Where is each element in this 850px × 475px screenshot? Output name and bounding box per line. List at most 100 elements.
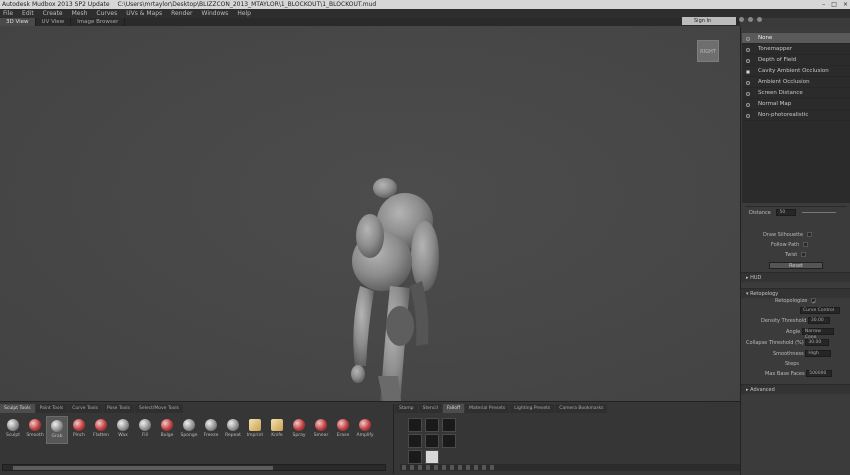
filter-toggle-icon[interactable] xyxy=(746,59,750,63)
twist-checkbox[interactable] xyxy=(800,252,806,257)
tool-label: Pinch xyxy=(72,433,86,438)
tool-sculpt[interactable]: Sculpt xyxy=(2,416,24,444)
tool-tray-scrollbar[interactable] xyxy=(2,464,386,471)
smoothness-dropdown[interactable]: High xyxy=(805,350,832,357)
distance-field[interactable]: 50 xyxy=(776,209,797,216)
tab-image-browser[interactable]: Image Browser xyxy=(71,18,126,26)
tool-fill[interactable]: Fill xyxy=(134,416,156,444)
tab-curve-tools[interactable]: Curve Tools xyxy=(68,404,103,413)
tool-flatten[interactable]: Flatten xyxy=(90,416,112,444)
tab-3d-view[interactable]: 3D View xyxy=(0,18,36,26)
tool-pinch[interactable]: Pinch xyxy=(68,416,90,444)
tool-imprint[interactable]: Imprint xyxy=(244,416,266,444)
scrollbar-thumb[interactable] xyxy=(13,466,273,470)
falloff-swatch[interactable] xyxy=(408,434,422,448)
tool-label: Fill xyxy=(141,433,148,438)
sculpt-model[interactable] xyxy=(330,176,480,401)
advanced-header[interactable]: ▸ Advanced xyxy=(741,384,850,394)
filter-label: Ambient Occlusion xyxy=(758,79,810,85)
erase-icon xyxy=(337,419,349,431)
maximize-icon[interactable]: □ xyxy=(831,0,837,9)
tool-wax[interactable]: Wax xyxy=(112,416,134,444)
tool-repeat[interactable]: Repeat xyxy=(222,416,244,444)
tab-falloff[interactable]: Falloff xyxy=(442,404,465,413)
close-icon[interactable]: × xyxy=(843,0,848,9)
hud-header[interactable]: ▸ HUD xyxy=(741,272,850,282)
tab-select-move-tools[interactable]: Select/Move Tools xyxy=(134,404,183,413)
filter-item[interactable]: Ambient Occlusion xyxy=(742,77,850,88)
twist-label: Twist xyxy=(785,252,798,258)
menu-windows[interactable]: Windows xyxy=(202,9,229,18)
tool-smooth[interactable]: Smooth xyxy=(24,416,46,444)
filter-toggle-icon[interactable] xyxy=(746,70,750,74)
panel-dot-icon[interactable] xyxy=(757,17,762,22)
tool-knife[interactable]: Knife xyxy=(266,416,288,444)
tab-sculpt-tools[interactable]: Sculpt Tools xyxy=(0,404,35,413)
viewcube[interactable]: RIGHT xyxy=(697,40,719,62)
tool-grab[interactable]: Grab xyxy=(46,416,68,444)
tool-freeze[interactable]: Freeze xyxy=(200,416,222,444)
follow-path-label: Follow Path xyxy=(771,242,800,248)
falloff-swatch[interactable] xyxy=(408,418,422,432)
follow-path-checkbox[interactable] xyxy=(802,242,808,247)
tab-pose-tools[interactable]: Pose Tools xyxy=(103,404,134,413)
tab-stamp[interactable]: Stamp xyxy=(395,404,418,413)
silhouette-checkbox[interactable] xyxy=(806,232,812,237)
tool-amplify[interactable]: Amplify xyxy=(354,416,376,444)
panel-dot-icon[interactable] xyxy=(748,17,753,22)
falloff-swatch[interactable] xyxy=(425,418,439,432)
file-path: C:\Users\mrtaylor\Desktop\BLIZZCON_2013_… xyxy=(117,1,377,8)
sign-in-box[interactable]: Sign In xyxy=(682,17,736,25)
falloff-swatch[interactable] xyxy=(442,434,456,448)
falloff-swatch[interactable] xyxy=(442,418,456,432)
menu-file[interactable]: File xyxy=(3,9,13,18)
tab-camera-bookmarks[interactable]: Camera Bookmarks xyxy=(555,404,608,413)
distance-slider[interactable] xyxy=(802,212,837,213)
retopologize-checkbox[interactable]: ✓ xyxy=(810,298,816,306)
tab-uv-view[interactable]: UV View xyxy=(36,18,72,26)
collapse-threshold-field[interactable]: 30.00 xyxy=(805,339,830,346)
menu-create[interactable]: Create xyxy=(43,9,63,18)
menu-edit[interactable]: Edit xyxy=(22,9,34,18)
filter-toggle-icon[interactable] xyxy=(746,37,750,41)
reset-button[interactable]: Reset xyxy=(769,262,823,269)
max-base-faces-field[interactable]: 500000 xyxy=(806,370,833,377)
tool-spray[interactable]: Spray xyxy=(288,416,310,444)
filter-toggle-icon[interactable] xyxy=(746,103,750,107)
filter-toggle-icon[interactable] xyxy=(746,114,750,118)
tab-stencil[interactable]: Stencil xyxy=(418,404,442,413)
tool-smear[interactable]: Smear xyxy=(310,416,332,444)
menu-curves[interactable]: Curves xyxy=(96,9,117,18)
filter-item[interactable]: None xyxy=(742,33,850,44)
stamp-tabs: Stamp Stencil Falloff Material Presets Light… xyxy=(395,404,608,413)
density-threshold-field[interactable]: 30.00 xyxy=(807,317,830,324)
filter-item[interactable]: Screen Distance xyxy=(742,88,850,99)
menu-help[interactable]: Help xyxy=(237,9,251,18)
falloff-swatch[interactable] xyxy=(425,434,439,448)
tab-paint-tools[interactable]: Paint Tools xyxy=(35,404,68,413)
tool-sponge[interactable]: Sponge xyxy=(178,416,200,444)
filter-item[interactable]: Tonemapper xyxy=(742,44,850,55)
timeline-strip[interactable] xyxy=(400,464,740,471)
panel-dot-icon[interactable] xyxy=(739,17,744,22)
mode-dropdown[interactable]: Curve Control xyxy=(800,307,840,314)
minimize-icon[interactable]: – xyxy=(822,0,825,9)
filter-toggle-icon[interactable] xyxy=(746,81,750,85)
falloff-swatch[interactable] xyxy=(425,450,439,464)
menu-render[interactable]: Render xyxy=(171,9,192,18)
filter-item[interactable]: Normal Map xyxy=(742,99,850,110)
menu-uvs-maps[interactable]: UVs & Maps xyxy=(126,9,162,18)
filter-toggle-icon[interactable] xyxy=(746,48,750,52)
tool-erase[interactable]: Erase xyxy=(332,416,354,444)
tab-material-presets[interactable]: Material Presets xyxy=(465,404,510,413)
3d-viewport[interactable]: RIGHT xyxy=(0,26,740,401)
filter-toggle-icon[interactable] xyxy=(746,92,750,96)
filter-item[interactable]: Non-photorealistic xyxy=(742,110,850,121)
angle-dropdown[interactable]: Narrow Cone xyxy=(801,328,834,340)
falloff-swatch[interactable] xyxy=(408,450,422,464)
filter-item[interactable]: Cavity Ambient Occlusion xyxy=(742,66,850,77)
menu-mesh[interactable]: Mesh xyxy=(72,9,88,18)
tool-bulge[interactable]: Bulge xyxy=(156,416,178,444)
filter-item[interactable]: Depth of Field xyxy=(742,55,850,66)
tab-lighting-presets[interactable]: Lighting Presets xyxy=(510,404,555,413)
